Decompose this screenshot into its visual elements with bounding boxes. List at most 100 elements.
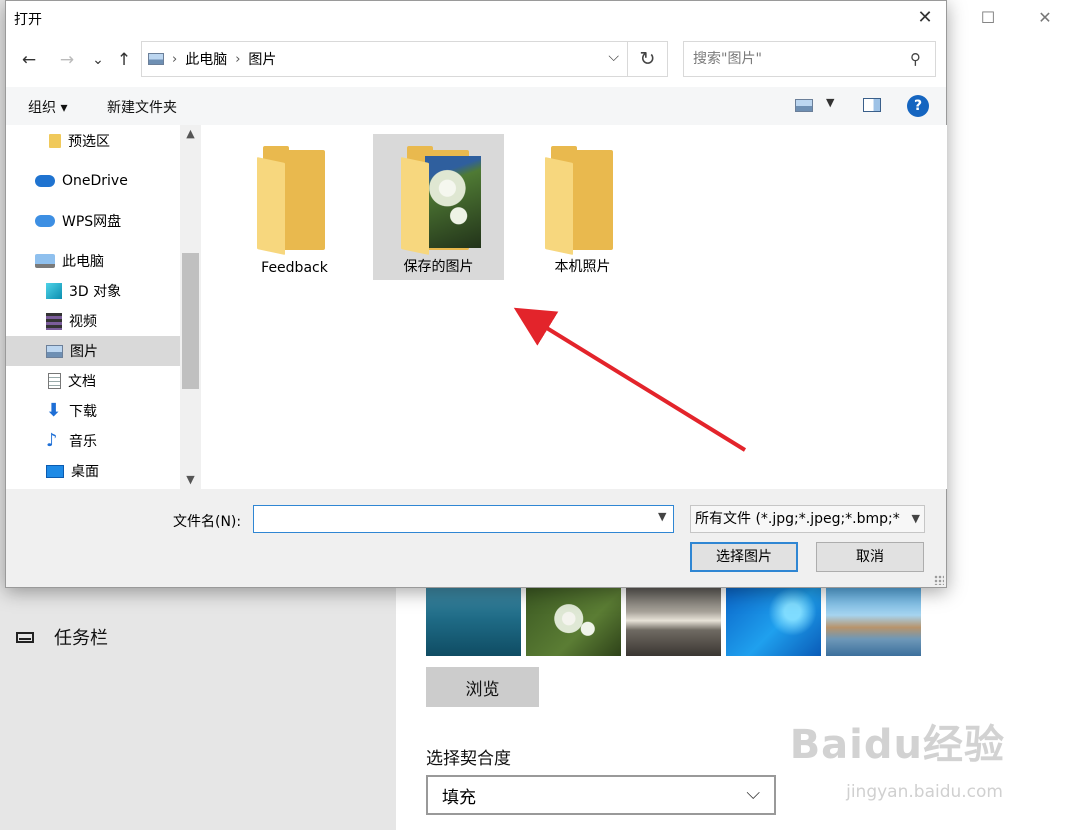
cancel-button[interactable]: 取消 bbox=[816, 542, 924, 572]
recent-pictures bbox=[426, 588, 921, 656]
navigation-bar: ← → ⌄ ↑ › 此电脑 › 图片 ⌵ ↻ ⚲ bbox=[6, 41, 946, 79]
folder-item-camera-roll[interactable]: 本机照片 bbox=[517, 134, 648, 280]
watermark-url: jingyan.baidu.com bbox=[846, 782, 1003, 802]
sidebar-item-downloads[interactable]: ⬇ 下载 bbox=[6, 396, 180, 426]
folder-icon bbox=[545, 146, 615, 255]
sidebar-item-videos[interactable]: 视频 bbox=[6, 306, 180, 336]
desktop-icon bbox=[46, 464, 64, 478]
sidebar-item-wps[interactable]: WPS网盘 bbox=[6, 206, 180, 236]
picture-thumbnail[interactable] bbox=[826, 588, 921, 656]
chevron-down-icon: ▼ bbox=[908, 506, 920, 532]
document-icon bbox=[48, 373, 61, 389]
dialog-titlebar: 打开 ✕ bbox=[6, 1, 946, 35]
help-icon[interactable]: ? bbox=[907, 95, 929, 117]
sidebar-item-desktop[interactable]: 桌面 bbox=[6, 456, 180, 486]
watermark-logo: Baidu经验 bbox=[789, 722, 1005, 768]
window-close-button[interactable]: ✕ bbox=[1030, 6, 1060, 30]
new-folder-button[interactable]: 新建文件夹 bbox=[107, 97, 177, 117]
search-input[interactable] bbox=[683, 41, 936, 77]
sidebar-item-preselect[interactable]: 预选区 bbox=[6, 126, 180, 156]
sidebar-item-label: WPS网盘 bbox=[62, 214, 122, 230]
download-icon: ⬇ bbox=[46, 400, 62, 421]
dialog-close-button[interactable]: ✕ bbox=[908, 4, 942, 32]
fit-label: 选择契合度 bbox=[426, 749, 511, 769]
refresh-button[interactable]: ↻ bbox=[628, 41, 668, 77]
filetype-select[interactable]: 所有文件 (*.jpg;*.jpeg;*.bmp;* ▼ bbox=[690, 505, 925, 533]
folder-icon bbox=[49, 134, 61, 148]
sidebar-item-pictures[interactable]: 图片 bbox=[6, 336, 180, 366]
browse-button[interactable]: 浏览 bbox=[426, 667, 539, 707]
video-icon bbox=[46, 312, 62, 330]
navigation-pane: 预选区 OneDrive WPS网盘 此电脑 3D 对象 视频 图片 文档 ⬇ … bbox=[6, 125, 201, 489]
music-icon: ♪ bbox=[46, 430, 58, 451]
maximize-button[interactable]: ☐ bbox=[973, 6, 1003, 30]
chevron-up-icon[interactable]: ▲ bbox=[180, 125, 201, 143]
sidebar-item-label: OneDrive bbox=[62, 173, 128, 189]
filetype-value: 所有文件 (*.jpg;*.jpeg;*.bmp;* bbox=[695, 511, 900, 527]
sidebar-item-label: 3D 对象 bbox=[69, 284, 122, 300]
sidebar-item-label: 桌面 bbox=[71, 464, 99, 480]
sidebar-item-3d-objects[interactable]: 3D 对象 bbox=[6, 276, 180, 306]
breadcrumb-pictures[interactable]: 图片 bbox=[248, 49, 276, 69]
folder-label: Feedback bbox=[261, 260, 328, 276]
preview-pane-icon[interactable] bbox=[863, 98, 881, 112]
computer-icon bbox=[35, 254, 55, 268]
sidebar-item-this-pc[interactable]: 此电脑 bbox=[6, 246, 180, 276]
sidebar-item-label: 音乐 bbox=[69, 434, 97, 450]
folder-icon bbox=[257, 146, 327, 255]
change-view-icon[interactable] bbox=[795, 99, 813, 112]
open-button[interactable]: 选择图片 bbox=[690, 542, 798, 572]
resize-grip-icon[interactable] bbox=[934, 575, 944, 585]
dialog-title: 打开 bbox=[14, 12, 42, 28]
folder-label: 保存的图片 bbox=[403, 259, 474, 275]
breadcrumb-separator: › bbox=[172, 51, 178, 67]
recent-locations-button[interactable]: ⌄ bbox=[86, 49, 110, 71]
folder-item-feedback[interactable]: Feedback bbox=[229, 134, 360, 280]
chevron-down-icon[interactable]: ▼ bbox=[658, 510, 666, 523]
organize-button[interactable]: 组织 ▾ bbox=[28, 97, 67, 117]
back-button[interactable]: ← bbox=[17, 49, 41, 71]
sidebar-item-documents[interactable]: 文档 bbox=[6, 366, 180, 396]
settings-nav-taskbar[interactable]: 任务栏 bbox=[16, 624, 108, 650]
fit-select[interactable]: 填充 ⌵ bbox=[426, 775, 776, 815]
chevron-down-icon[interactable]: ▼ bbox=[180, 471, 201, 489]
forward-button[interactable]: → bbox=[55, 49, 79, 71]
picture-thumbnail[interactable] bbox=[526, 588, 621, 656]
folder-label: 本机照片 bbox=[554, 259, 611, 275]
sidebar-item-onedrive[interactable]: OneDrive bbox=[6, 166, 180, 196]
picture-icon bbox=[46, 344, 63, 358]
filename-label: 文件名(N): bbox=[173, 514, 242, 530]
file-list: Feedback 保存的图片 本机照片 bbox=[201, 125, 947, 489]
folder-item-saved-pictures[interactable]: 保存的图片 bbox=[373, 134, 504, 280]
up-button[interactable]: ↑ bbox=[112, 49, 136, 71]
view-dropdown-icon[interactable]: ▼ bbox=[826, 96, 834, 109]
picture-thumbnail[interactable] bbox=[626, 588, 721, 656]
picture-thumbnail[interactable] bbox=[726, 588, 821, 656]
sidebar-item-label: 图片 bbox=[70, 344, 98, 360]
taskbar-label: 任务栏 bbox=[54, 628, 108, 649]
fit-value: 填充 bbox=[442, 787, 476, 808]
onedrive-icon bbox=[35, 175, 55, 187]
picture-thumbnail[interactable] bbox=[426, 588, 521, 656]
breadcrumb-this-pc[interactable]: 此电脑 bbox=[185, 49, 227, 69]
chevron-down-icon[interactable]: ⌵ bbox=[608, 49, 619, 65]
taskbar-icon bbox=[16, 631, 34, 643]
breadcrumb-separator: › bbox=[235, 51, 241, 67]
filename-input[interactable] bbox=[253, 505, 674, 533]
scrollbar-thumb[interactable] bbox=[182, 253, 199, 389]
cube-icon bbox=[46, 283, 62, 299]
sidebar-item-label: 此电脑 bbox=[62, 254, 104, 270]
picture-icon bbox=[148, 53, 164, 65]
open-file-dialog: 打开 ✕ ← → ⌄ ↑ › 此电脑 › 图片 ⌵ ↻ ⚲ 组织 ▾ 新建文件夹… bbox=[5, 0, 947, 588]
cloud-icon bbox=[35, 215, 55, 227]
sidebar-item-label: 预选区 bbox=[68, 134, 110, 150]
sidebar-item-music[interactable]: ♪ 音乐 bbox=[6, 426, 180, 456]
chevron-down-icon: ⌵ bbox=[746, 783, 760, 804]
dialog-footer: 文件名(N): ▼ 所有文件 (*.jpg;*.jpeg;*.bmp;* ▼ 选… bbox=[6, 489, 946, 587]
sidebar-scrollbar[interactable]: ▲ ▼ bbox=[180, 125, 201, 489]
sidebar-item-label: 下载 bbox=[69, 404, 97, 420]
address-bar[interactable]: › 此电脑 › 图片 ⌵ bbox=[141, 41, 628, 77]
folder-with-photo-icon bbox=[401, 146, 481, 255]
sidebar-item-label: 视频 bbox=[69, 314, 97, 330]
search-icon: ⚲ bbox=[910, 50, 921, 68]
